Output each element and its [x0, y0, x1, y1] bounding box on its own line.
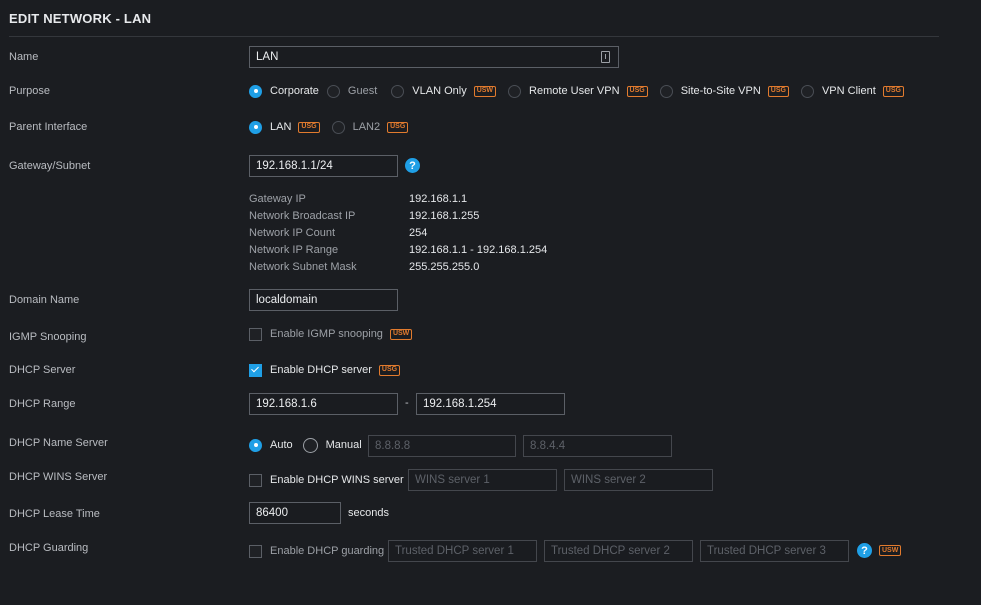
info-value: 254: [409, 226, 428, 239]
dhcp-lease-time-label: DHCP Lease Time: [9, 508, 100, 520]
dhcp-range-separator: -: [405, 397, 409, 409]
dhcp-guarding-checkbox[interactable]: [249, 544, 262, 558]
dhcp-name-server-row: Auto Manual: [249, 434, 362, 456]
dhcp-server-checkbox-label[interactable]: Enable DHCP server: [270, 364, 372, 376]
usg-badge: USG: [298, 121, 320, 133]
help-icon[interactable]: ?: [405, 158, 420, 173]
info-value: 192.168.1.255: [409, 209, 480, 222]
domain-name-input[interactable]: localdomain: [249, 289, 398, 311]
usg-badge: USG: [387, 121, 409, 133]
dhcp-server-label: DHCP Server: [9, 364, 76, 376]
name-input[interactable]: LAN: [249, 46, 619, 68]
dhcp-lease-time-input[interactable]: 86400: [249, 502, 341, 524]
dhcp-lease-time-unit: seconds: [348, 507, 389, 519]
purpose-vlan-only-label[interactable]: VLAN Only: [412, 85, 466, 97]
dhcp-name-server-auto-radio[interactable]: [249, 438, 262, 452]
usw-badge: USW: [473, 85, 497, 97]
purpose-guest-label[interactable]: Guest: [348, 85, 377, 97]
dhcp-range-end-input[interactable]: 192.168.1.254: [416, 393, 565, 415]
purpose-remote-user-vpn-radio[interactable]: [508, 84, 522, 98]
contact-card-icon[interactable]: [601, 51, 610, 63]
dhcp-server-checkbox[interactable]: [249, 363, 262, 377]
dhcp-wins-server-checkbox[interactable]: [249, 473, 262, 487]
name-label: Name: [9, 51, 39, 63]
dhcp-wins-server-row: Enable DHCP WINS server: [249, 469, 404, 491]
parent-interface-label: Parent Interface: [9, 121, 88, 133]
gateway-subnet-input[interactable]: 192.168.1.1/24: [249, 155, 398, 177]
usw-badge: USW: [389, 328, 413, 340]
info-key: Gateway IP: [249, 192, 306, 205]
network-info-table: Gateway IP 192.168.1.1 Network Broadcast…: [249, 190, 547, 275]
info-value: 255.255.255.0: [409, 260, 480, 273]
usg-badge: USG: [882, 85, 904, 97]
purpose-site-to-site-vpn-radio[interactable]: [659, 84, 673, 98]
trusted-dhcp-server-3-input[interactable]: Trusted DHCP server 3: [700, 540, 849, 562]
dhcp-server-row: Enable DHCP server USG: [249, 359, 401, 381]
purpose-site-to-site-vpn-label[interactable]: Site-to-Site VPN: [681, 85, 761, 97]
title-divider: [9, 36, 939, 37]
info-key: Network Subnet Mask: [249, 260, 357, 273]
info-value: 192.168.1.1 - 192.168.1.254: [409, 243, 548, 256]
parent-interface-lan2-label[interactable]: LAN2: [353, 121, 381, 133]
dhcp-name-server-auto-label[interactable]: Auto: [270, 439, 293, 451]
purpose-radio-group: Corporate Guest VLAN Only USW Remote Use…: [249, 80, 904, 102]
dhcp-guarding-row: Enable DHCP guarding: [249, 540, 384, 562]
dhcp-name-server-label: DHCP Name Server: [9, 437, 108, 449]
trusted-dhcp-server-2-input[interactable]: Trusted DHCP server 2: [544, 540, 693, 562]
igmp-snooping-checkbox-label[interactable]: Enable IGMP snooping: [270, 328, 383, 340]
info-row: Network Broadcast IP 192.168.1.255: [249, 207, 547, 224]
gateway-subnet-label: Gateway/Subnet: [9, 160, 91, 172]
domain-name-label: Domain Name: [9, 294, 80, 306]
parent-interface-lan-label[interactable]: LAN: [270, 121, 291, 133]
usg-badge: USG: [767, 85, 789, 97]
dhcp-range-label: DHCP Range: [9, 398, 76, 410]
dhcp-guarding-label: DHCP Guarding: [9, 542, 89, 554]
purpose-corporate-radio[interactable]: [249, 84, 262, 98]
page-title: EDIT NETWORK - LAN: [9, 11, 152, 26]
dhcp-name-server-manual-radio[interactable]: [302, 437, 318, 453]
usw-badge: USW: [879, 545, 902, 556]
parent-interface-lan2-radio[interactable]: [331, 120, 345, 134]
purpose-guest-radio[interactable]: [326, 84, 340, 98]
dhcp-range-start-input[interactable]: 192.168.1.6: [249, 393, 398, 415]
dhcp-name-server-1-input[interactable]: 8.8.8.8: [368, 435, 516, 457]
help-icon[interactable]: ?: [857, 543, 872, 558]
parent-interface-radio-group: LAN USG LAN2 USG: [249, 116, 409, 138]
purpose-corporate-label[interactable]: Corporate: [270, 85, 319, 97]
usg-badge: USG: [378, 364, 401, 376]
purpose-vpn-client-radio[interactable]: [800, 84, 814, 98]
usg-badge: USG: [626, 85, 648, 97]
wins-server-2-input[interactable]: WINS server 2: [564, 469, 713, 491]
info-row: Network IP Count 254: [249, 224, 547, 241]
dhcp-wins-server-checkbox-label[interactable]: Enable DHCP WINS server: [270, 474, 404, 486]
igmp-snooping-label: IGMP Snooping: [9, 331, 87, 343]
parent-interface-lan-radio[interactable]: [249, 120, 262, 134]
dhcp-guarding-checkbox-label[interactable]: Enable DHCP guarding: [270, 545, 384, 557]
igmp-snooping-row: Enable IGMP snooping USW: [249, 323, 413, 345]
name-value: LAN: [256, 51, 279, 63]
info-key: Network IP Range: [249, 243, 339, 256]
info-key: Network Broadcast IP: [249, 209, 356, 222]
trusted-dhcp-server-1-input[interactable]: Trusted DHCP server 1: [388, 540, 537, 562]
dhcp-name-server-manual-label[interactable]: Manual: [326, 439, 362, 451]
info-row: Network IP Range 192.168.1.1 - 192.168.1…: [249, 241, 547, 258]
purpose-label: Purpose: [9, 85, 50, 97]
info-row: Gateway IP 192.168.1.1: [249, 190, 547, 207]
dhcp-wins-server-label: DHCP WINS Server: [9, 471, 108, 483]
purpose-vpn-client-label[interactable]: VPN Client: [822, 85, 876, 97]
purpose-remote-user-vpn-label[interactable]: Remote User VPN: [529, 85, 619, 97]
info-key: Network IP Count: [249, 226, 336, 239]
purpose-vlan-only-radio[interactable]: [391, 84, 405, 98]
info-value: 192.168.1.1: [409, 192, 468, 205]
igmp-snooping-checkbox[interactable]: [249, 327, 262, 341]
info-row: Network Subnet Mask 255.255.255.0: [249, 258, 547, 275]
wins-server-1-input[interactable]: WINS server 1: [408, 469, 557, 491]
dhcp-name-server-2-input[interactable]: 8.8.4.4: [523, 435, 672, 457]
